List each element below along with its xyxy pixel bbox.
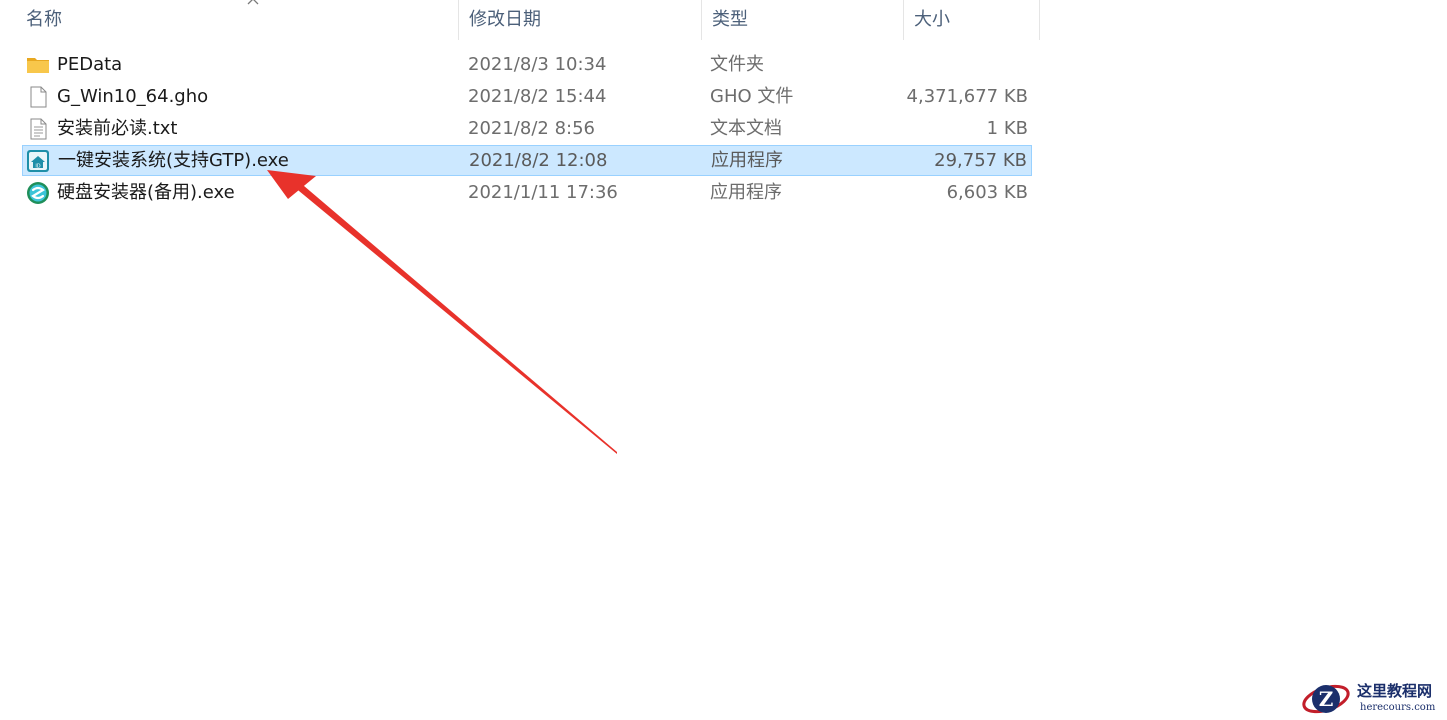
column-header-bar: 名称 修改日期 类型 大小 <box>0 0 1040 40</box>
column-header-size[interactable]: 大小 <box>904 0 1040 40</box>
file-row-disk-installer[interactable]: 硬盘安装器(备用).exe 2021/1/11 17:36 应用程序 6,603… <box>22 177 1032 208</box>
watermark-logo-icon: Z <box>1302 684 1350 714</box>
file-name: G_Win10_64.gho <box>57 86 209 107</box>
column-header-date[interactable]: 修改日期 <box>459 0 702 40</box>
file-size: 29,757 KB <box>934 150 1027 171</box>
svg-text:ID: ID <box>35 164 40 170</box>
file-type: 文件夹 <box>710 54 764 75</box>
column-header-type-label: 类型 <box>712 9 748 30</box>
watermark: Z 这里教程网 herecours.com <box>1300 676 1447 720</box>
watermark-title: 这里教程网 <box>1357 682 1433 700</box>
watermark-url: herecours.com <box>1360 702 1436 713</box>
arrow-shaft <box>293 180 617 454</box>
file-row-one-click-installer[interactable]: ID 一键安装系统(支持GTP).exe 2021/8/2 12:08 应用程序… <box>22 145 1032 176</box>
file-modified-date: 2021/8/3 10:34 <box>468 54 607 75</box>
file-size: 1 KB <box>986 118 1028 139</box>
column-header-name-label: 名称 <box>26 9 62 30</box>
file-type: GHO 文件 <box>710 86 794 107</box>
file-modified-date: 2021/8/2 12:08 <box>469 150 608 171</box>
file-modified-date: 2021/1/11 17:36 <box>468 182 618 203</box>
file-row-pedata[interactable]: PEData 2021/8/3 10:34 文件夹 <box>22 49 1032 80</box>
file-icon <box>30 86 47 108</box>
column-header-date-label: 修改日期 <box>469 9 541 30</box>
file-modified-date: 2021/8/2 15:44 <box>468 86 607 107</box>
folder-icon <box>27 58 49 73</box>
file-name: 一键安装系统(支持GTP).exe <box>58 150 289 171</box>
file-row-g-win10-gho[interactable]: G_Win10_64.gho 2021/8/2 15:44 GHO 文件 4,3… <box>22 81 1032 112</box>
file-row-readme-txt[interactable]: 安装前必读.txt 2021/8/2 8:56 文本文档 1 KB <box>22 113 1032 144</box>
file-name: PEData <box>57 54 123 75</box>
file-modified-date: 2021/8/2 8:56 <box>468 118 595 139</box>
file-name: 硬盘安装器(备用).exe <box>57 182 235 203</box>
installer-app-icon: ID <box>27 150 49 172</box>
column-header-name[interactable]: 名称 <box>16 0 459 40</box>
file-explorer-details-view: 名称 修改日期 类型 大小 PEData 2021/8/3 10:34 文件夹 <box>0 0 1447 720</box>
file-type: 文本文档 <box>710 118 782 139</box>
file-size: 4,371,677 KB <box>906 86 1028 107</box>
sort-ascending-icon <box>247 0 259 5</box>
column-header-size-label: 大小 <box>914 9 950 30</box>
column-header-type[interactable]: 类型 <box>702 0 904 40</box>
text-file-icon <box>30 118 47 140</box>
column-divider[interactable] <box>1039 0 1040 40</box>
file-type: 应用程序 <box>710 182 782 203</box>
watermark-logo-letter: Z <box>1319 687 1334 711</box>
disk-installer-app-icon <box>27 182 49 204</box>
file-type: 应用程序 <box>711 150 783 171</box>
file-size: 6,603 KB <box>946 182 1028 203</box>
file-name: 安装前必读.txt <box>57 118 178 139</box>
